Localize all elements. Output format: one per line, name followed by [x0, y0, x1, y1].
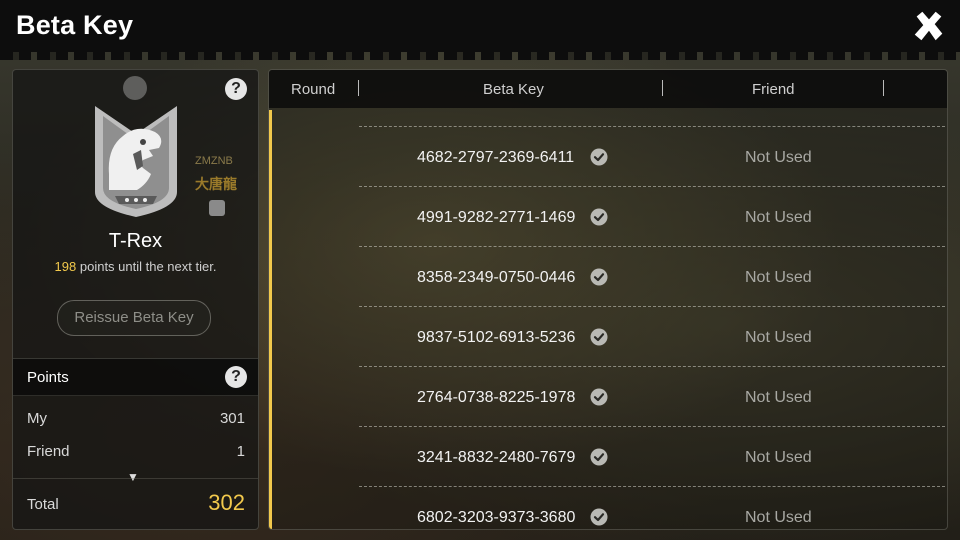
row-divider [359, 246, 945, 247]
tier-panel: ? ZMZNB 大唐龍 T-Rex 198 points until the n… [12, 69, 259, 530]
t-rex-badge-icon [95, 106, 177, 217]
robot-icon [209, 200, 225, 216]
row-divider [359, 186, 945, 187]
friend-status: Not Used [745, 329, 812, 346]
beta-key-value[interactable]: 4682-2797-2369-6411 [417, 149, 574, 167]
table-row[interactable]: 6802-3203-9373-3680 Not Used [359, 486, 945, 529]
beta-key-table[interactable]: Round Beta Key Friend 4682-2797-2369-641… [268, 69, 948, 530]
beta-key-value[interactable]: 8358-2349-0750-0446 [417, 269, 575, 287]
row-divider [359, 126, 945, 127]
points-row-friend: Friend 1 [27, 443, 245, 460]
total-label: Total [27, 496, 59, 513]
table-row[interactable]: 8358-2349-0750-0446 Not Used [359, 246, 945, 306]
column-header-round: Round [291, 81, 336, 98]
help-icon[interactable]: ? [225, 78, 247, 100]
side-caption: ZMZNB [195, 155, 233, 167]
column-header-beta-key: Beta Key [483, 81, 544, 98]
table-row[interactable]: 2764-0738-8225-1978 Not Used [359, 366, 945, 426]
indicator-dot-icon [123, 76, 147, 100]
column-divider [883, 80, 884, 96]
points-row-label: Friend [27, 443, 70, 460]
beta-key-value[interactable]: 9837-5102-6913-5236 [417, 329, 575, 347]
check-circle-icon [590, 268, 608, 286]
total-value: 302 [208, 490, 245, 515]
beta-key-value[interactable]: 3241-8832-2480-7679 [417, 449, 575, 467]
reissue-beta-key-button[interactable]: Reissue Beta Key [57, 300, 211, 336]
friend-status: Not Used [745, 269, 812, 286]
row-divider [359, 306, 945, 307]
title-bar: Beta Key [0, 0, 960, 60]
points-help-icon[interactable]: ? [225, 366, 247, 388]
table-header: Round Beta Key Friend [269, 70, 947, 108]
points-row-label: My [27, 410, 47, 427]
check-circle-icon [590, 208, 608, 226]
check-circle-icon [590, 508, 608, 526]
column-divider [358, 80, 359, 96]
check-circle-icon [590, 388, 608, 406]
points-until-value: 198 [54, 259, 77, 274]
points-row-my: My 301 [27, 410, 245, 427]
beta-key-value[interactable]: 4991-9282-2771-1469 [417, 209, 575, 227]
friend-status: Not Used [745, 149, 812, 166]
beta-key-value[interactable]: 6802-3203-9373-3680 [417, 509, 575, 527]
row-divider [359, 366, 945, 367]
table-row[interactable]: 4991-9282-2771-1469 Not Used [359, 186, 945, 246]
close-button[interactable] [910, 8, 948, 46]
check-circle-icon [590, 448, 608, 466]
points-until-suffix: points until the next tier. [76, 259, 217, 274]
points-header-label: Points [27, 369, 69, 386]
column-header-friend: Friend [752, 81, 795, 98]
friend-status: Not Used [745, 209, 812, 226]
page-title: Beta Key [16, 10, 134, 40]
beta-key-value[interactable]: 2764-0738-8225-1978 [417, 389, 575, 407]
check-circle-icon [590, 148, 608, 166]
table-row[interactable]: 3241-8832-2480-7679 Not Used [359, 426, 945, 486]
points-row-value: 301 [219, 410, 245, 427]
friend-status: Not Used [745, 389, 812, 406]
check-circle-icon [590, 328, 608, 346]
table-row[interactable]: 9837-5102-6913-5236 Not Used [359, 306, 945, 366]
scroll-accent-bar [269, 110, 272, 529]
close-x-icon [914, 11, 943, 41]
column-divider [662, 80, 663, 96]
tier-name: T-Rex [108, 230, 163, 252]
points-header: Points ? [13, 358, 258, 396]
table-row[interactable]: 4682-2797-2369-6411 Not Used [359, 126, 945, 186]
points-total-row: Total 302 [13, 478, 258, 529]
points-row-value: 1 [236, 443, 245, 460]
tier-progress-text: 198 points until the next tier. [13, 259, 258, 274]
friend-status: Not Used [745, 449, 812, 466]
row-divider [359, 426, 945, 427]
side-title: 大唐龍 [195, 176, 237, 192]
friend-status: Not Used [745, 509, 812, 526]
row-divider [359, 486, 945, 487]
